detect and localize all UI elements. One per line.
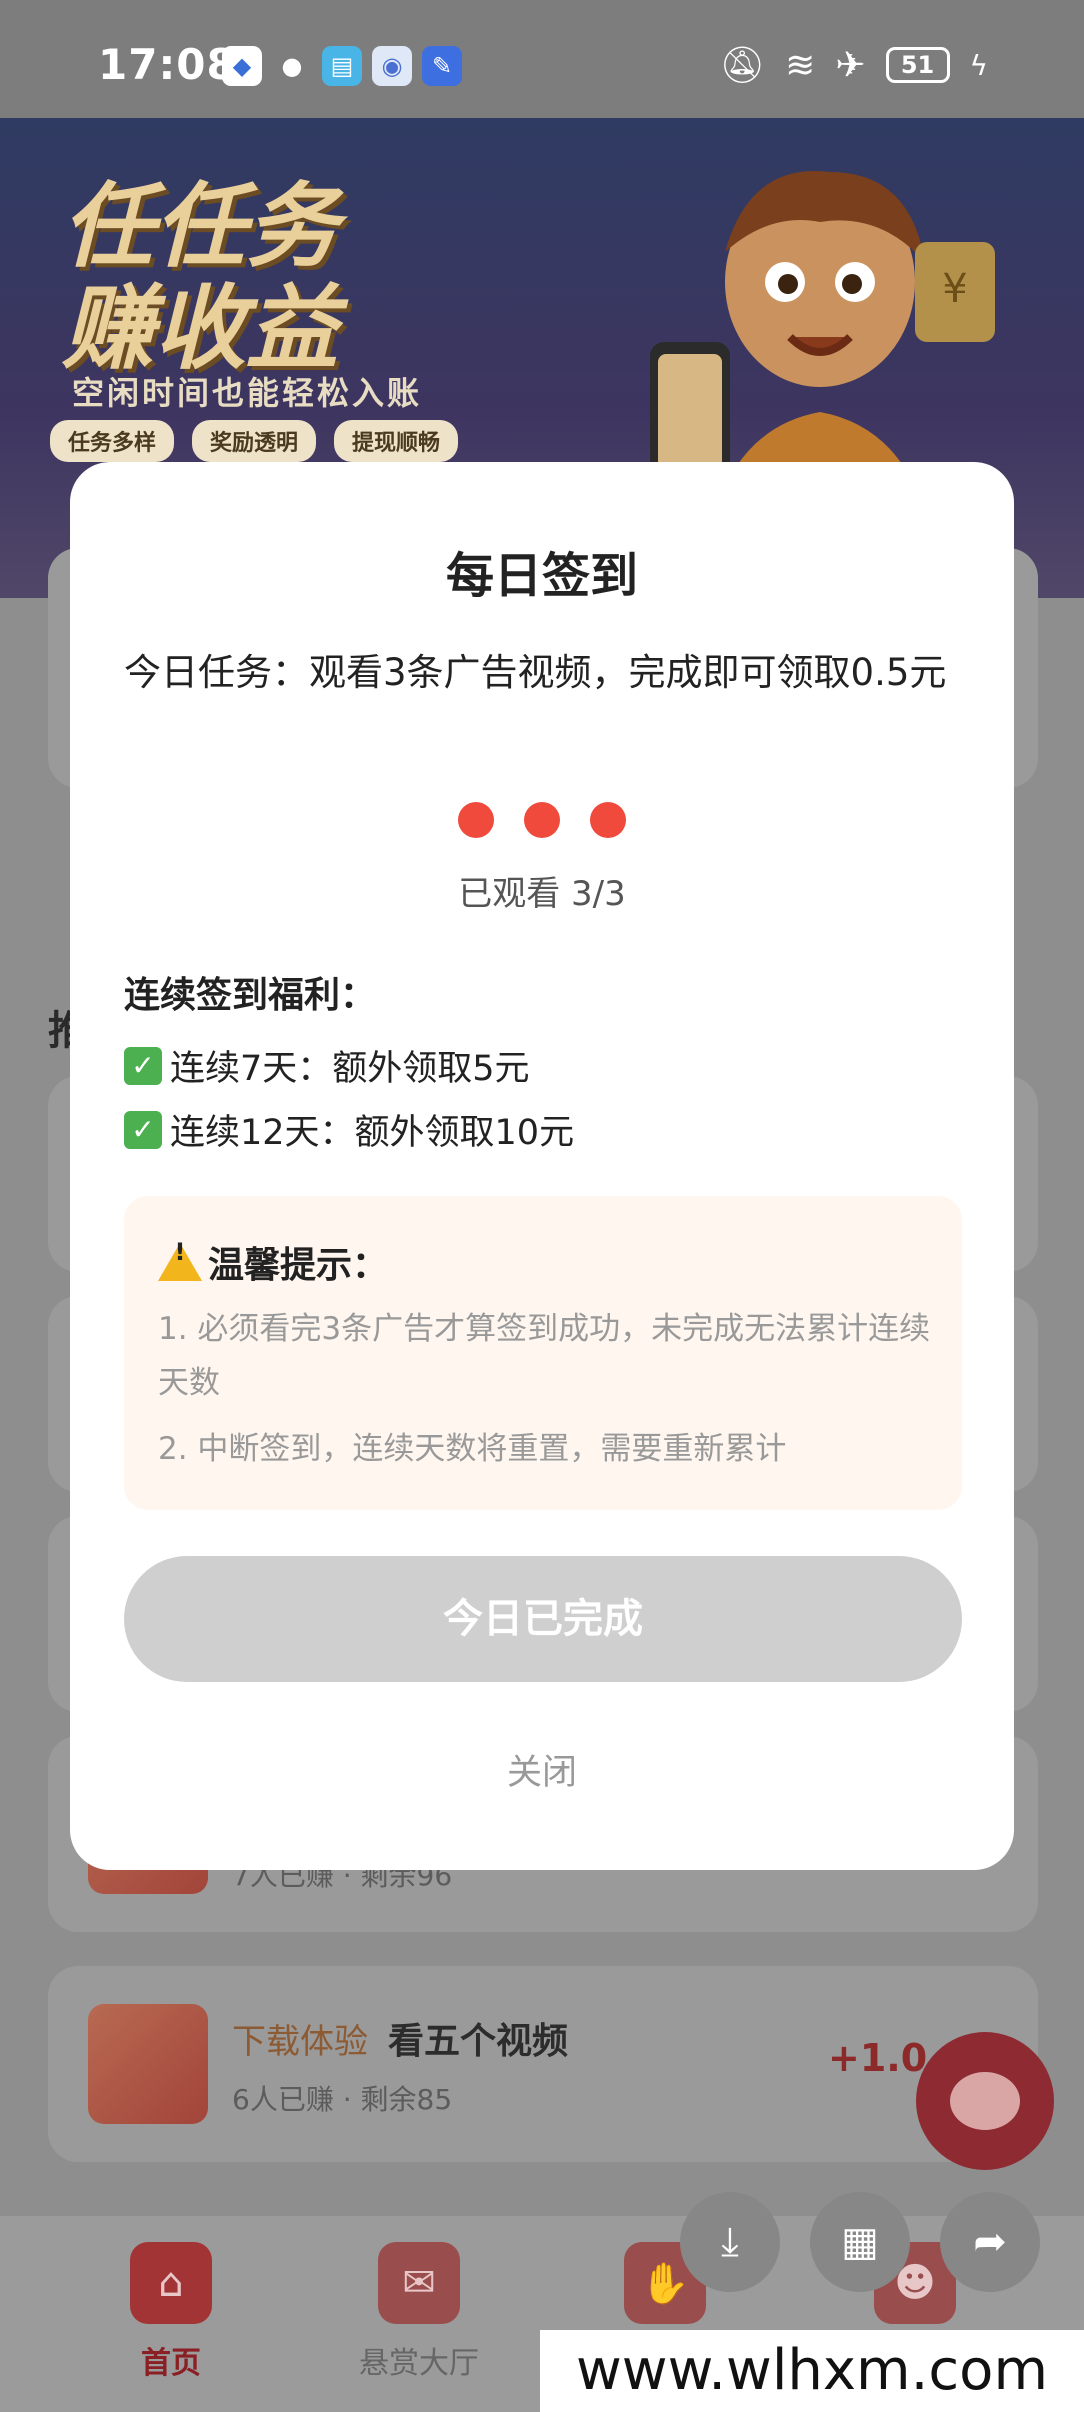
nav-label: 首页 (141, 2346, 201, 2381)
close-button[interactable]: 关闭 (70, 1744, 1014, 1795)
edit-icon: ✎ (422, 46, 462, 86)
charging-icon: ϟ (969, 48, 988, 82)
task-reward: +1.0 (828, 2036, 928, 2080)
bonus-text: 连续12天：额外领取10元 (170, 1113, 575, 1153)
progress-dot (590, 802, 626, 838)
site-watermark: www.wlhxm.com (540, 2330, 1084, 2412)
task-tag: 下载体验 (232, 2022, 368, 2062)
chat-bubble-icon (950, 2072, 1020, 2130)
banner-tag: 奖励透明 (192, 420, 317, 462)
nav-label: 悬赏大厅 (359, 2346, 479, 2381)
qq-penguin-icon: ● (281, 52, 303, 80)
progress-dot (524, 802, 560, 838)
progress-dot (458, 802, 494, 838)
task-thumbnail (88, 2004, 208, 2124)
bonus-text: 连续7天：额外领取5元 (170, 1049, 530, 1089)
today-task-text: 今日任务：观看3条广告视频，完成即可领取0.5元 (124, 651, 947, 694)
bonus-item: ✓ 连续12天：额外领取10元 (124, 1104, 574, 1155)
grid-icon[interactable]: ▦ (810, 2192, 910, 2292)
nav-item-reward-hall[interactable]: ✉ 悬赏大厅 (344, 2242, 494, 2382)
completed-today-button[interactable]: 今日已完成 (124, 1556, 962, 1682)
status-bar: 17:08 ◆ ● ▤ ◉ ✎ 🔕︎ ≋ ✈ 51 ϟ (0, 0, 1084, 118)
banner-tags: 任务多样 奖励透明 提现顺畅 (50, 420, 459, 462)
warning-mark: ! (174, 1238, 186, 1266)
nav-item-home[interactable]: ⌂ 首页 (96, 2242, 246, 2382)
tip-item: 2. 中断签到，连续天数将重置，需要重新累计 (158, 1431, 787, 1467)
download-icon[interactable]: ⤓ (680, 2192, 780, 2292)
notification-icons: ◆ ● ▤ ◉ ✎ (222, 46, 462, 86)
bell-muted-icon: 🔕︎ (719, 45, 766, 86)
dialog-title: 每日签到 (445, 548, 638, 604)
system-icons: 🔕︎ ≋ ✈ 51 ϟ (719, 44, 988, 87)
home-icon: ⌂ (130, 2242, 212, 2324)
bird-icon: ◉ (372, 46, 412, 86)
svg-text:¥: ¥ (942, 266, 967, 312)
tips-title-text: 温馨提示： (208, 1245, 389, 1286)
watched-count: 已观看 3/3 (458, 874, 626, 914)
battery-icon: 51 (885, 47, 950, 83)
book-icon: ▤ (322, 46, 362, 86)
bonus-item: ✓ 连续7天：额外领取5元 (124, 1040, 530, 1091)
wifi-icon: ≋ (785, 44, 816, 86)
progress-dots (458, 802, 626, 838)
banner-tag: 任务多样 (50, 420, 175, 462)
task-meta: 6人已赚 · 剩余85 (232, 2083, 453, 2116)
shield-icon: ◆ (222, 46, 262, 86)
check-icon: ✓ (124, 1110, 162, 1149)
task-title: 看五个视频 (388, 2021, 569, 2062)
status-time: 17:08 (98, 40, 237, 89)
daily-checkin-dialog: 每日签到 今日任务：观看3条广告视频，完成即可领取0.5元 已观看 3/3 连续… (70, 462, 1014, 1870)
task-row[interactable]: 下载体验 看五个视频 6人已赚 · 剩余85 +1.0 (48, 1966, 1038, 2162)
tips-box: 温馨提示： ! 1. 必须看完3条广告才算签到成功，未完成无法累计连续天数 2.… (124, 1196, 962, 1510)
streak-bonus-title: 连续签到福利： (124, 975, 377, 1016)
check-icon: ✓ (124, 1046, 162, 1085)
airplane-icon: ✈ (835, 44, 866, 86)
mail-icon: ✉ (378, 2242, 460, 2324)
banner-tag: 提现顺畅 (334, 420, 459, 462)
banner-subtitle: 空闲时间也能轻松入账 (72, 374, 423, 412)
tip-item: 1. 必须看完3条广告才算签到成功，未完成无法累计连续天数 (158, 1311, 931, 1401)
chat-float-button[interactable] (916, 2032, 1054, 2170)
share-icon[interactable]: ➦ (940, 2192, 1040, 2292)
